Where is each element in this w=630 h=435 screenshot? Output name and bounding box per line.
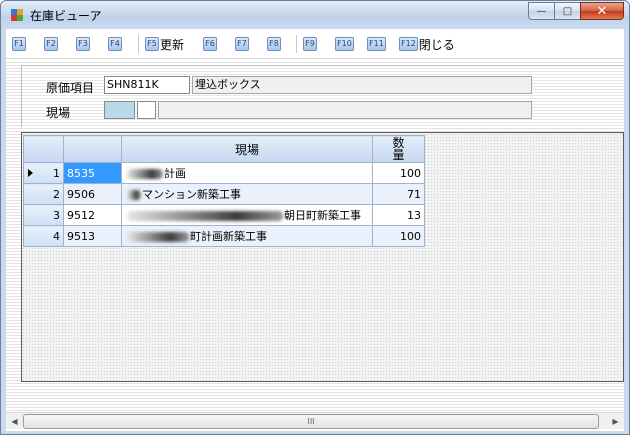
row-header[interactable]: 2: [23, 183, 64, 205]
f7-button[interactable]: F7: [235, 36, 250, 52]
site-name-field[interactable]: [158, 101, 532, 119]
site-name-cell[interactable]: 町計画新築工事: [121, 225, 373, 247]
quantity-cell[interactable]: 71: [372, 183, 425, 205]
site-quantity-grid[interactable]: 現場 数 量 1 8535 計画 100 2 9506 マンション新築工事 71…: [23, 135, 425, 247]
table-row[interactable]: 4 9513 町計画新築工事 100: [23, 225, 425, 247]
row-header[interactable]: 3: [23, 204, 64, 226]
f2-button[interactable]: F2: [44, 36, 59, 52]
site-code-cell[interactable]: 9512: [63, 204, 122, 226]
quantity-cell[interactable]: 100: [372, 162, 425, 184]
f8-key-icon: F8: [267, 37, 281, 51]
f2-key-icon: F2: [44, 37, 58, 51]
site-column-header[interactable]: 現場: [121, 135, 373, 163]
row-number: 4: [53, 229, 60, 243]
horizontal-scrollbar[interactable]: ◀ III ▶: [6, 412, 624, 429]
redacted-text: [127, 190, 141, 200]
f6-key-icon: F6: [203, 37, 217, 51]
f5-refresh-button[interactable]: F5 更新: [145, 36, 184, 52]
f6-button[interactable]: F6: [203, 36, 218, 52]
site-name-cell[interactable]: マンション新築工事: [121, 183, 373, 205]
f8-button[interactable]: F8: [267, 36, 282, 52]
cost-item-code-field[interactable]: SHN811K: [104, 76, 190, 94]
redacted-text: [127, 169, 163, 179]
scroll-right-icon[interactable]: ▶: [607, 413, 624, 430]
f4-button[interactable]: F4: [108, 36, 123, 52]
client-area: F1 F2 F3 F4 F5 更新 F6 F7 F8 F9 F10 F11 F1…: [6, 29, 624, 431]
table-row[interactable]: 3 9512 朝日町新築工事 13: [23, 204, 425, 226]
site-subcode-field[interactable]: [137, 101, 156, 119]
table-row[interactable]: 2 9506 マンション新築工事 71: [23, 183, 425, 205]
quantity-header-line2: 量: [392, 148, 405, 162]
site-code-field[interactable]: [104, 101, 135, 119]
function-key-toolbar: F1 F2 F3 F4 F5 更新 F6 F7 F8 F9 F10 F11 F1…: [6, 29, 624, 59]
site-name-cell[interactable]: 朝日町新築工事: [121, 204, 373, 226]
row-number: 1: [53, 166, 60, 180]
app-window-icon[interactable]: [11, 9, 23, 21]
quantity-column-header[interactable]: 数 量: [372, 135, 425, 163]
f9-button[interactable]: F9: [303, 36, 318, 52]
main-window: 在庫ビューア — □ ✕ F1 F2 F3 F4 F5 更新 F6 F7 F8 …: [0, 0, 630, 435]
corner-header-cell[interactable]: [23, 135, 64, 163]
site-code-cell[interactable]: 9506: [63, 183, 122, 205]
redacted-text: [127, 232, 189, 242]
site-code-cell[interactable]: 8535: [63, 162, 122, 184]
minimize-icon: —: [536, 5, 547, 17]
cost-item-name-field[interactable]: 埋込ボックス: [192, 76, 532, 94]
window-title: 在庫ビューア: [30, 9, 102, 23]
current-row-arrow-icon: [28, 169, 33, 177]
row-header[interactable]: 1: [23, 162, 64, 184]
f12-key-icon: F12: [399, 37, 418, 51]
f5-key-icon: F5: [145, 37, 159, 51]
site-name-text: 朝日町新築工事: [284, 209, 361, 222]
grid-header-row: 現場 数 量: [23, 135, 425, 163]
f10-button[interactable]: F10: [335, 36, 355, 52]
f12-close-button[interactable]: F12 閉じる: [399, 36, 455, 52]
maximize-button[interactable]: □: [554, 2, 581, 20]
toolbar-separator: [296, 35, 297, 53]
row-header[interactable]: 4: [23, 225, 64, 247]
scrollbar-thumb[interactable]: III: [23, 414, 599, 429]
toolbar-separator: [138, 35, 139, 53]
table-row[interactable]: 1 8535 計画 100: [23, 162, 425, 184]
f3-key-icon: F3: [76, 37, 90, 51]
maximize-icon: □: [562, 5, 573, 17]
header-panel: 原価項目 SHN811K 埋込ボックス 現場: [21, 65, 624, 127]
f4-key-icon: F4: [108, 37, 122, 51]
f11-key-icon: F11: [367, 37, 386, 51]
redacted-text: [127, 211, 283, 221]
f7-key-icon: F7: [235, 37, 249, 51]
row-number: 3: [53, 208, 60, 222]
minimize-button[interactable]: —: [528, 2, 555, 20]
f12-label: 閉じる: [418, 37, 455, 52]
site-label: 現場: [46, 106, 71, 120]
site-name-cell[interactable]: 計画: [121, 162, 373, 184]
f11-button[interactable]: F11: [367, 36, 387, 52]
f1-button[interactable]: F1: [12, 36, 27, 52]
title-bar[interactable]: 在庫ビューア — □ ✕: [1, 1, 629, 29]
site-name-text: 町計画新築工事: [190, 230, 267, 243]
cost-item-label: 原価項目: [46, 81, 95, 95]
f3-button[interactable]: F3: [76, 36, 91, 52]
row-number: 2: [53, 187, 60, 201]
code-column-header[interactable]: [63, 135, 122, 163]
f10-key-icon: F10: [335, 37, 354, 51]
site-name-text: 計画: [164, 167, 186, 180]
f5-label: 更新: [160, 37, 185, 52]
close-button[interactable]: ✕: [580, 2, 624, 20]
quantity-cell[interactable]: 100: [372, 225, 425, 247]
f9-key-icon: F9: [303, 37, 317, 51]
close-icon: ✕: [596, 3, 608, 19]
scroll-left-icon[interactable]: ◀: [6, 413, 23, 430]
data-grid-panel: 現場 数 量 1 8535 計画 100 2 9506 マンション新築工事 71…: [21, 132, 624, 382]
scrollbar-grip-icon: III: [307, 417, 315, 426]
quantity-cell[interactable]: 13: [372, 204, 425, 226]
site-name-text: マンション新築工事: [142, 188, 241, 201]
f1-key-icon: F1: [12, 37, 26, 51]
site-code-cell[interactable]: 9513: [63, 225, 122, 247]
